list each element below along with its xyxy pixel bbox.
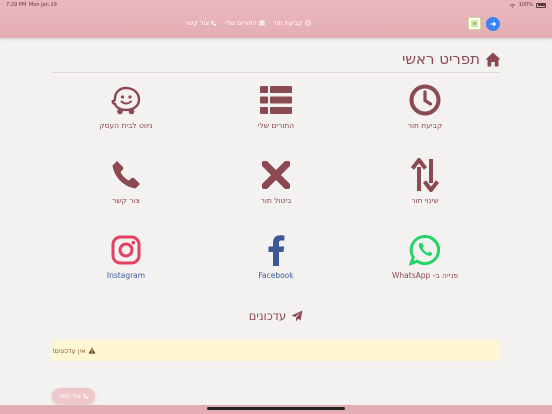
whatsapp-icon: [409, 234, 441, 266]
instagram-icon: [111, 235, 141, 265]
nav-item-book-appointment[interactable]: קביעת תור: [273, 19, 311, 27]
arrow-right-icon: [490, 21, 497, 27]
home-icon: [485, 52, 501, 66]
top-nav: קביעת תור התורים שלי צור קשר: [185, 19, 311, 27]
nav-label: התורים שלי: [225, 19, 257, 27]
waze-icon: [111, 86, 141, 115]
battery-percent: 100%: [518, 2, 533, 8]
tile-label: Instagram: [106, 271, 146, 280]
tile-my-appointments[interactable]: התורים שלי: [216, 83, 336, 130]
alert-text: אין עדכונים!: [52, 346, 86, 355]
tile-cancel-appointment[interactable]: ביטול תור: [216, 158, 336, 205]
floating-contact-button[interactable]: צור קשר: [52, 388, 95, 404]
list-icon: [260, 86, 292, 114]
status-date: Mon Jan 29: [29, 2, 57, 8]
tile-contact[interactable]: צור קשר: [66, 158, 186, 205]
tile-label: צור קשר: [112, 196, 140, 205]
page-header: תפריט ראשי: [402, 50, 501, 68]
home-indicator[interactable]: [207, 407, 345, 410]
list-icon: [259, 20, 265, 26]
clock-icon: [304, 20, 311, 26]
nav-item-contact[interactable]: צור קשר: [185, 19, 217, 27]
updates-section-title: עדכונים: [0, 309, 552, 323]
status-time: 7:29 PM: [6, 2, 27, 8]
tile-instagram[interactable]: Instagram: [66, 233, 186, 280]
tile-facebook[interactable]: Facebook: [216, 233, 336, 280]
no-updates-alert: אין עדכונים!: [52, 340, 500, 361]
nav-item-my-appointments[interactable]: התורים שלי: [225, 19, 265, 27]
phone-icon: [83, 393, 89, 399]
business-logo[interactable]: [468, 17, 481, 30]
battery-icon: [536, 2, 546, 8]
facebook-icon: [268, 235, 285, 266]
header-divider: [52, 72, 500, 73]
top-nav-bar: קביעת תור התורים שלי צור קשר: [0, 10, 552, 38]
swap-arrows-icon: [410, 158, 440, 192]
status-bar: 7:29 PM Mon Jan 29 100%: [0, 0, 552, 10]
page-title: תפריט ראשי: [401, 50, 480, 68]
forward-button[interactable]: [486, 17, 500, 31]
logo-icon: [470, 19, 479, 28]
float-button-label: צור קשר: [58, 392, 81, 400]
tile-whatsapp[interactable]: פנייה ב- WhatsApp: [365, 233, 485, 280]
wifi-icon: [509, 3, 515, 8]
updates-label: עדכונים: [248, 309, 287, 323]
tile-label: קביעת תור: [407, 121, 443, 130]
phone-icon: [211, 20, 217, 26]
clock-icon: [409, 84, 441, 116]
tile-label: התורים שלי: [257, 121, 295, 130]
tile-book-appointment[interactable]: קביעת תור: [365, 83, 485, 130]
paper-plane-icon: [291, 310, 303, 322]
tile-change-appointment[interactable]: שינוי תור: [365, 158, 485, 205]
tile-label: Facebook: [258, 271, 294, 280]
tile-navigate-business[interactable]: ניווט לבית העסק: [66, 83, 186, 130]
x-icon: [262, 161, 290, 189]
phone-icon: [112, 161, 140, 189]
nav-label: צור קשר: [185, 19, 210, 27]
nav-label: קביעת תור: [272, 19, 303, 27]
status-right: 100%: [509, 2, 546, 8]
tile-label: פנייה ב- WhatsApp: [391, 271, 459, 280]
warning-icon: [88, 347, 96, 354]
tile-label: שינוי תור: [411, 196, 439, 205]
tile-label: ניווט לבית העסק: [99, 121, 153, 130]
tile-label: ביטול תור: [260, 196, 292, 205]
